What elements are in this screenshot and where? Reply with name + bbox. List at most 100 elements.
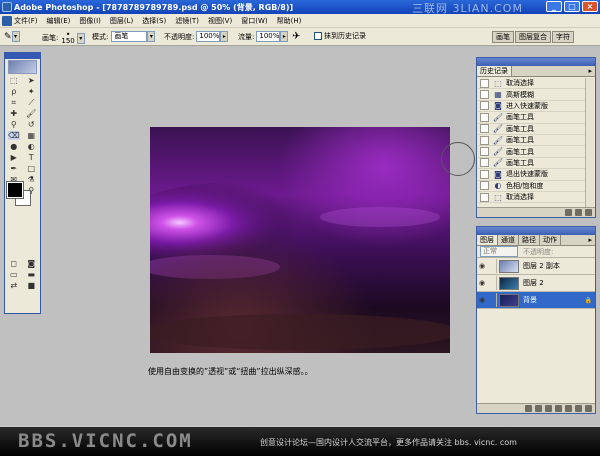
adjustment-layer-icon[interactable] xyxy=(565,405,572,412)
tab-channels[interactable]: 通道 xyxy=(498,235,519,245)
menu-filter[interactable]: 滤镜(T) xyxy=(175,16,199,26)
chevron-down-icon[interactable]: ▾ xyxy=(147,31,156,42)
menu-view[interactable]: 视图(V) xyxy=(208,16,232,26)
history-source-box[interactable] xyxy=(480,135,489,145)
new-layer-icon[interactable] xyxy=(575,405,582,412)
layer-row[interactable]: ◉ 图层 2 xyxy=(477,275,595,292)
panel-menu-icon[interactable]: ▸ xyxy=(585,235,595,245)
menu-image[interactable]: 图像(I) xyxy=(79,16,101,26)
history-scrollbar[interactable] xyxy=(585,78,594,214)
history-item[interactable]: ◙ 退出快速蒙版 xyxy=(478,169,593,181)
mode-select[interactable]: 画笔 xyxy=(111,31,148,42)
layer-row[interactable]: ◉ 图层 2 副本 xyxy=(477,258,595,275)
layer-link-slot[interactable] xyxy=(487,259,497,273)
jump-to-imageready-icon[interactable]: ⇄ xyxy=(8,281,20,290)
opacity-input[interactable]: 100% xyxy=(196,31,221,42)
move-tool-icon[interactable]: ➤ xyxy=(25,76,37,85)
menu-select[interactable]: 选择(S) xyxy=(142,16,166,26)
history-item[interactable]: ◐ 色相/饱和度 xyxy=(478,181,593,192)
toolbox-header[interactable] xyxy=(5,53,40,59)
history-brush-tool-icon[interactable]: ↺ xyxy=(25,120,37,129)
chevron-down-icon[interactable]: ▾ xyxy=(76,32,85,44)
quickmask-mode-icon[interactable]: ◙ xyxy=(25,259,37,268)
layer-row[interactable]: ◉ 背景 🔒 xyxy=(477,292,595,309)
brush-size-preview[interactable]: • 150 xyxy=(61,31,74,45)
screen-mode-standard-icon[interactable]: ▭ xyxy=(8,270,20,279)
trash-icon[interactable] xyxy=(585,209,592,216)
layer-link-slot[interactable] xyxy=(487,276,497,290)
brush-tool-icon[interactable]: 🖌 xyxy=(25,109,37,118)
new-snapshot-icon[interactable] xyxy=(575,209,582,216)
tab-paths[interactable]: 路径 xyxy=(519,235,540,245)
adobe-online-icon[interactable] xyxy=(8,60,37,74)
slice-tool-icon[interactable]: ⟋ xyxy=(25,98,37,107)
history-item[interactable]: 🖌 画笔工具 xyxy=(478,112,593,124)
magic-wand-tool-icon[interactable]: ✦ xyxy=(25,87,37,96)
tab-actions[interactable]: 动作 xyxy=(540,235,561,245)
history-source-box[interactable] xyxy=(480,101,489,111)
maximize-button[interactable]: □ xyxy=(564,1,580,12)
dock-tab-character[interactable]: 字符 xyxy=(552,31,574,43)
opacity-slider-toggle[interactable]: ▸ xyxy=(220,31,229,42)
history-item[interactable]: 🖌 画笔工具 xyxy=(478,135,593,147)
crop-tool-icon[interactable]: ⌗ xyxy=(8,98,20,107)
history-checkbox[interactable] xyxy=(314,32,322,40)
dock-tab-brushes[interactable]: 画笔 xyxy=(492,31,514,43)
menu-edit[interactable]: 编辑(E) xyxy=(47,16,71,26)
tab-history[interactable]: 历史记录 xyxy=(477,66,512,76)
close-button[interactable]: × xyxy=(582,1,598,12)
history-source-box[interactable] xyxy=(480,112,489,122)
dodge-tool-icon[interactable]: ◐ xyxy=(25,142,37,151)
layer-mask-icon[interactable] xyxy=(545,405,552,412)
history-source-box[interactable] xyxy=(480,158,489,168)
eyedropper-tool-icon[interactable]: ⚗ xyxy=(25,175,37,184)
history-source-box[interactable] xyxy=(480,181,489,191)
document-canvas[interactable] xyxy=(150,127,450,353)
visibility-eye-icon[interactable]: ◉ xyxy=(477,296,487,304)
gradient-tool-icon[interactable]: ▦ xyxy=(25,131,37,140)
airbrush-icon[interactable]: ✈ xyxy=(292,31,300,42)
history-source-box[interactable] xyxy=(480,169,489,179)
panel-menu-icon[interactable]: ▸ xyxy=(585,66,595,76)
link-layers-icon[interactable] xyxy=(525,405,532,412)
type-tool-icon[interactable]: T xyxy=(25,153,37,162)
history-source-box[interactable] xyxy=(480,124,489,134)
standard-mode-icon[interactable]: ◻ xyxy=(8,259,20,268)
screen-mode-full-icon[interactable]: ▬ xyxy=(25,270,37,279)
blur-tool-icon[interactable]: ● xyxy=(8,142,20,151)
history-item[interactable]: 🖌 画笔工具 xyxy=(478,124,593,135)
dock-tab-layer-comps[interactable]: 图层复合 xyxy=(515,31,551,43)
history-item[interactable]: 🖌 画笔工具 xyxy=(478,146,593,158)
path-selection-tool-icon[interactable]: ▶ xyxy=(8,153,20,162)
new-document-from-state-icon[interactable] xyxy=(565,209,572,216)
eraser-tool-icon[interactable]: ⌫ xyxy=(7,131,20,140)
history-source-box[interactable] xyxy=(480,192,489,202)
foreground-color-swatch[interactable] xyxy=(7,182,23,198)
shape-tool-icon[interactable]: □ xyxy=(25,164,37,173)
flow-slider-toggle[interactable]: ▸ xyxy=(280,31,289,42)
history-item[interactable]: ▦ 高斯模糊 xyxy=(478,89,593,101)
trash-icon[interactable] xyxy=(585,405,592,412)
history-item[interactable]: ◙ 进入快速蒙版 xyxy=(478,101,593,113)
history-item[interactable]: ⬚ 取消选择 xyxy=(478,192,593,204)
blend-mode-select[interactable]: 正常 xyxy=(480,246,518,257)
menu-window[interactable]: 窗口(W) xyxy=(241,16,267,26)
visibility-eye-icon[interactable]: ◉ xyxy=(477,279,487,287)
history-source-box[interactable] xyxy=(480,147,489,157)
minimize-button[interactable]: _ xyxy=(546,1,562,12)
layers-panel-titlebar[interactable] xyxy=(477,227,595,235)
menu-help[interactable]: 帮助(H) xyxy=(277,16,302,26)
tab-layers[interactable]: 图层 xyxy=(477,235,498,245)
history-source-box[interactable] xyxy=(480,78,489,88)
healing-brush-tool-icon[interactable]: ✚ xyxy=(8,109,20,118)
history-item[interactable]: 🖌 画笔工具 xyxy=(478,158,593,170)
screen-mode-black-icon[interactable]: ■ xyxy=(25,281,37,290)
tool-preset-picker[interactable]: ✎ ▾ xyxy=(4,31,20,42)
layer-style-icon[interactable] xyxy=(535,405,542,412)
marquee-tool-icon[interactable]: ⬚ xyxy=(8,76,20,85)
history-item[interactable]: ⬚ 取消选择 xyxy=(478,78,593,90)
flow-input[interactable]: 100% xyxy=(256,31,281,42)
new-group-icon[interactable] xyxy=(555,405,562,412)
lasso-tool-icon[interactable]: ρ xyxy=(8,87,20,96)
history-source-box[interactable] xyxy=(480,90,489,100)
